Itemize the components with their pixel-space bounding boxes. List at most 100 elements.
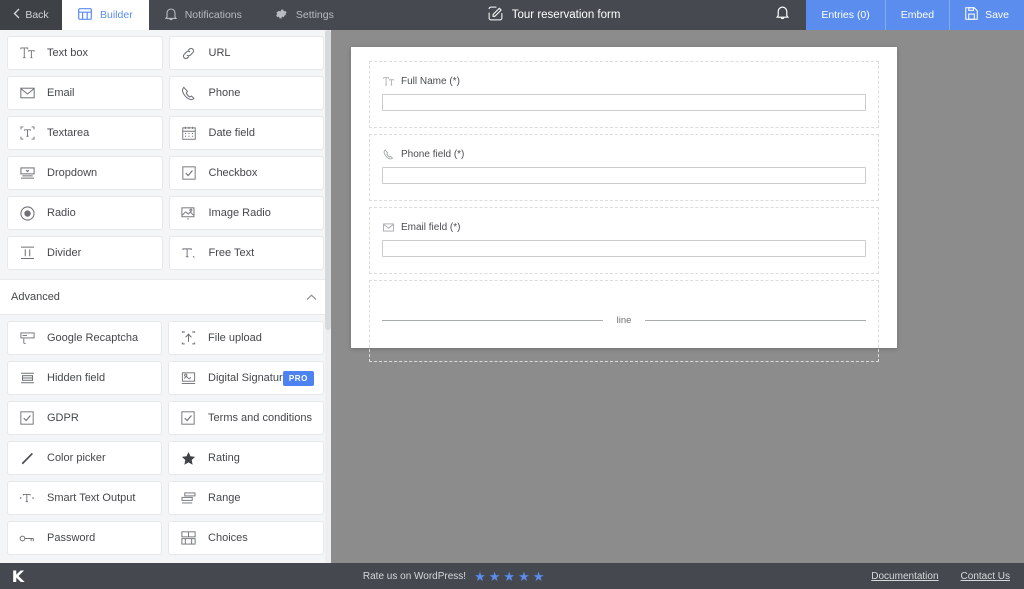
palette-item-gdpr[interactable]: GDPR — [7, 401, 163, 435]
palette-item-label: Text box — [47, 47, 88, 59]
form-row-divider[interactable]: line — [369, 280, 879, 362]
star-icon[interactable]: ★ — [503, 570, 515, 583]
palette-item-label: Rating — [208, 452, 240, 464]
tab-settings[interactable]: Settings — [258, 0, 350, 30]
form-field-label-text: Phone field (*) — [401, 148, 465, 160]
rating-stars[interactable]: ★ ★ ★ ★ ★ — [474, 570, 544, 583]
palette-item-choices[interactable]: Choices — [168, 521, 324, 555]
textarea-icon — [19, 125, 35, 141]
builder-icon — [78, 7, 92, 23]
palette-item-email[interactable]: Email — [7, 76, 163, 110]
text-box-icon — [19, 45, 35, 61]
top-bar-actions: Entries (0) Embed Save — [806, 0, 1024, 30]
form-field-label-text: Email field (*) — [401, 221, 461, 233]
palette-item-url[interactable]: URL — [168, 36, 324, 70]
palette-item-color-picker[interactable]: Color picker — [7, 441, 163, 475]
divider-element: line — [382, 294, 867, 346]
phone-icon — [181, 85, 197, 101]
envelope-icon — [382, 221, 394, 233]
phone-field-input[interactable] — [382, 167, 866, 184]
palette-item-password[interactable]: Password — [7, 521, 163, 555]
rate-us-label: Rate us on WordPress! — [362, 570, 467, 582]
chevron-up-icon — [306, 288, 317, 306]
kali-forms-logo: K — [11, 566, 25, 586]
star-icon[interactable]: ★ — [474, 570, 486, 583]
palette-item-terms-and-conditions[interactable]: Terms and conditions — [168, 401, 324, 435]
divider-line-right — [645, 320, 867, 321]
palette-item-divider[interactable]: Divider — [7, 236, 163, 270]
form-field-label: Phone field (*) — [382, 148, 866, 160]
key-icon — [19, 530, 35, 546]
embed-button[interactable]: Embed — [884, 0, 949, 30]
recaptcha-icon — [19, 330, 35, 346]
back-button[interactable]: Back — [0, 0, 62, 30]
palette-item-free-text[interactable]: Free Text — [168, 236, 324, 270]
palette-item-digital-signature[interactable]: Digital Signature PRO — [168, 361, 324, 395]
email-field-input[interactable] — [382, 240, 866, 257]
palette-item-label: URL — [208, 47, 231, 59]
gear-icon — [274, 7, 288, 24]
palette-item-label: Divider — [47, 247, 82, 259]
form-preview-card: Full Name (*) Phone field (*) Email fiel… — [351, 47, 897, 362]
form-row-full-name[interactable]: Full Name (*) — [369, 61, 879, 128]
notifications-bell-button[interactable] — [758, 0, 806, 30]
star-icon[interactable]: ★ — [489, 570, 501, 583]
palette-item-label: Image Radio — [208, 207, 271, 219]
palette-item-label: Hidden field — [47, 372, 106, 384]
palette-item-smart-text-output[interactable]: Smart Text Output — [7, 481, 163, 515]
palette-item-hidden-field[interactable]: Hidden field — [7, 361, 163, 395]
palette-item-phone[interactable]: Phone — [168, 76, 324, 110]
divider-line-left — [382, 320, 603, 321]
contact-us-link[interactable]: Contact Us — [961, 571, 1010, 582]
star-icon — [180, 450, 196, 466]
palette-item-date-field[interactable]: Date field — [168, 116, 324, 150]
palette-item-radio[interactable]: Radio — [7, 196, 163, 230]
palette-item-label: Phone — [208, 87, 241, 99]
embed-label: Embed — [900, 9, 935, 21]
palette-item-label: Free Text — [208, 247, 255, 259]
form-field-label: Full Name (*) — [382, 75, 866, 87]
save-button[interactable]: Save — [949, 0, 1024, 30]
pencil-edit-icon[interactable] — [488, 6, 503, 24]
bell-icon — [775, 5, 789, 25]
chevron-left-icon — [13, 8, 20, 22]
palette-item-image-radio[interactable]: Image Radio — [168, 196, 324, 230]
palette-item-label: Terms and conditions — [208, 412, 312, 424]
palette-item-textarea[interactable]: Textarea — [7, 116, 163, 150]
tab-builder-label: Builder — [100, 9, 133, 21]
palette-item-label: Password — [47, 532, 96, 544]
text-box-icon — [382, 75, 394, 87]
palette-item-label: Checkbox — [208, 167, 258, 179]
star-icon[interactable]: ★ — [518, 570, 530, 583]
upload-icon — [180, 330, 196, 346]
tab-notifications[interactable]: Notifications — [149, 0, 258, 30]
palette-item-google-recaptcha[interactable]: Google Recaptcha — [7, 321, 163, 355]
form-row-phone-field[interactable]: Phone field (*) — [369, 134, 879, 201]
form-row-email-field[interactable]: Email field (*) — [369, 207, 879, 274]
documentation-link[interactable]: Documentation — [871, 571, 938, 582]
palette-item-checkbox[interactable]: Checkbox — [168, 156, 324, 190]
basic-fields-grid: Text box URL Email Phone Textarea Date f… — [0, 30, 331, 270]
palette-item-text-box[interactable]: Text box — [7, 36, 163, 70]
palette-item-label: Radio — [47, 207, 76, 219]
palette-item-dropdown[interactable]: Dropdown — [7, 156, 163, 190]
rate-us-area: Rate us on WordPress! ★ ★ ★ ★ ★ — [36, 570, 871, 583]
save-label: Save — [985, 9, 1009, 21]
radio-icon — [19, 205, 35, 221]
color-picker-icon — [19, 450, 35, 466]
full-name-input[interactable] — [382, 94, 866, 111]
palette-item-label: Color picker — [47, 452, 106, 464]
top-bar: Back Builder Notifications Settings Tour… — [0, 0, 1024, 30]
advanced-section-header[interactable]: Advanced — [0, 279, 331, 315]
form-title-area: Tour reservation form — [350, 0, 759, 30]
palette-item-rating[interactable]: Rating — [168, 441, 324, 475]
palette-item-file-upload[interactable]: File upload — [168, 321, 324, 355]
save-disk-icon — [965, 7, 978, 23]
tab-builder[interactable]: Builder — [62, 0, 149, 30]
palette-item-range[interactable]: Range — [168, 481, 324, 515]
advanced-section-label: Advanced — [11, 291, 60, 303]
star-icon[interactable]: ★ — [533, 570, 545, 583]
entries-button[interactable]: Entries (0) — [806, 0, 884, 30]
range-icon — [180, 490, 196, 506]
advanced-fields-grid: Google Recaptcha File upload Hidden fiel… — [0, 315, 331, 555]
